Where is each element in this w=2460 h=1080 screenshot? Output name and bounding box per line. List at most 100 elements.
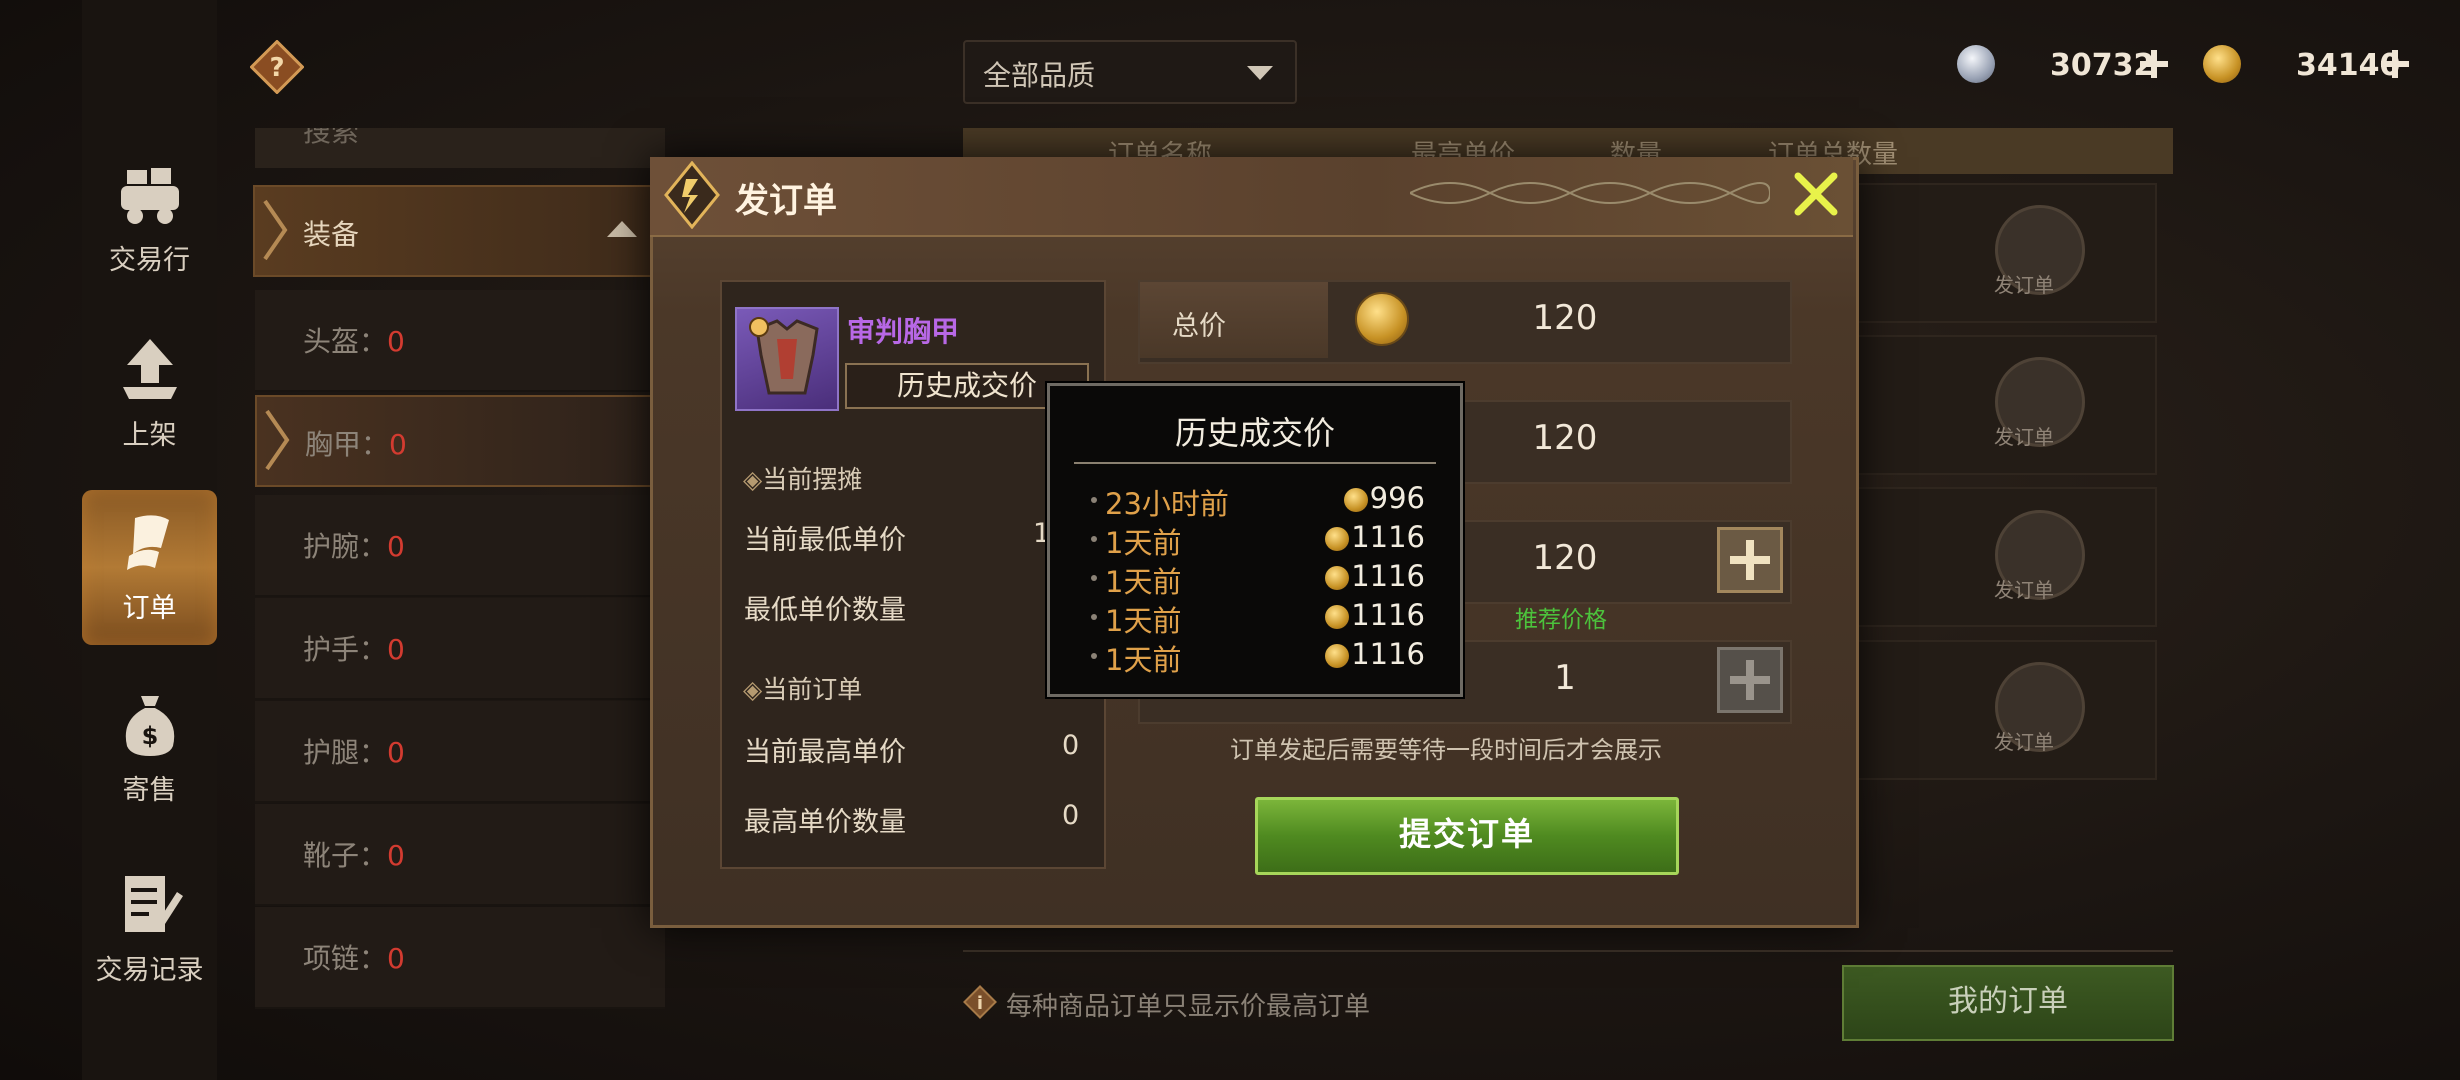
- category-label: 胸甲：0: [305, 428, 407, 461]
- popup-divider: [1074, 462, 1436, 464]
- section-heading-current-orders: ◈当前订单: [743, 675, 863, 704]
- close-icon: [1794, 172, 1838, 216]
- gold-coin-icon: [1325, 527, 1350, 551]
- category-label: 靴子：0: [303, 839, 405, 872]
- category-item-legs[interactable]: 护腿：0: [255, 701, 665, 803]
- history-row: 1天前 1116: [1091, 559, 1435, 599]
- order-notice: 订单发起后需要等待一段时间后才会展示: [1230, 736, 1662, 764]
- total-price-label: 总价: [1172, 311, 1226, 342]
- increase-price-button[interactable]: [1717, 527, 1783, 593]
- submit-order-button[interactable]: 提交订单: [1255, 797, 1679, 875]
- chevron-up-icon: [607, 221, 637, 237]
- quality-filter-label: 全部品质: [983, 59, 1096, 92]
- ornament-icon: [1410, 182, 1770, 204]
- category-item-chest[interactable]: 胸甲：0: [255, 395, 669, 487]
- upload-icon: [122, 339, 177, 399]
- record-icon: [124, 876, 183, 932]
- category-label: 护手：0: [303, 633, 405, 666]
- nav-item-orders[interactable]: 订单: [82, 490, 217, 645]
- category-item-helmet[interactable]: 头盔：0: [255, 290, 665, 392]
- modal-title: 发订单: [735, 181, 837, 221]
- place-order-button[interactable]: 发订单: [1990, 662, 2090, 762]
- nav-item-list[interactable]: 上架: [82, 335, 217, 485]
- place-order-label: 发订单: [1994, 730, 2054, 754]
- chest-armor-icon: [749, 317, 819, 395]
- gold-coin-icon: [1355, 292, 1409, 346]
- add-silver-button[interactable]: [2136, 46, 2172, 82]
- current-highest-price-label: 当前最高单价: [744, 737, 906, 768]
- place-order-button[interactable]: 发订单: [1990, 205, 2090, 305]
- gold-coin-icon: [1343, 488, 1368, 512]
- category-header-label: 装备: [303, 218, 360, 251]
- gold-coin-icon: [1325, 644, 1350, 668]
- unit-price-value: 120: [1532, 418, 1598, 458]
- current-highest-price-value: 0: [1062, 730, 1080, 761]
- modal-emblem-icon: [664, 161, 720, 229]
- category-label: 项链：0: [303, 942, 405, 975]
- close-button[interactable]: [1790, 168, 1842, 220]
- total-price-label-box: 总价: [1140, 282, 1328, 358]
- popup-title: 历史成交价: [1174, 414, 1335, 452]
- highest-price-qty-value: 0: [1062, 800, 1080, 831]
- category-item-boots[interactable]: 靴子：0: [255, 804, 665, 906]
- quantity-value[interactable]: 1: [1500, 658, 1630, 698]
- svg-text:?: ?: [269, 53, 284, 83]
- moneybag-icon: $: [125, 696, 174, 756]
- nav-label: 订单: [122, 593, 177, 624]
- diamond-bullet-icon: ◈: [743, 675, 763, 704]
- category-label: 护腿：0: [303, 736, 405, 769]
- nav-label: 上架: [122, 420, 177, 451]
- nav-item-market[interactable]: 交易行: [82, 160, 217, 310]
- item-thumbnail[interactable]: [735, 307, 839, 411]
- place-order-button[interactable]: 发订单: [1990, 357, 2090, 457]
- recommended-price-label: 推荐价格: [1515, 607, 1607, 633]
- history-row: 1天前 1116: [1091, 520, 1435, 560]
- nav-item-consign[interactable]: $ 寄售: [82, 690, 217, 840]
- category-label: 头盔：0: [303, 325, 405, 358]
- nav-label: 寄售: [122, 775, 177, 806]
- plus-icon: [2140, 50, 2168, 78]
- diamond-bullet-icon: ◈: [743, 465, 763, 494]
- current-lowest-price-label: 当前最低单价: [744, 525, 906, 556]
- category-search-partial[interactable]: 搜索: [255, 128, 665, 168]
- plus-icon: [1730, 660, 1770, 700]
- section-heading-current-stall: ◈当前摆摊: [743, 465, 863, 494]
- lowest-price-qty-label: 最低单价数量: [744, 595, 906, 626]
- category-item-gloves[interactable]: 护手：0: [255, 598, 665, 700]
- increase-quantity-button[interactable]: [1717, 647, 1783, 713]
- divider: [963, 950, 2173, 952]
- place-order-label: 发订单: [1994, 578, 2054, 602]
- price-input-value[interactable]: 120: [1500, 538, 1630, 578]
- order-icon: [126, 515, 169, 570]
- gold-coin-icon: [1325, 605, 1350, 629]
- nav-label: 交易记录: [95, 955, 204, 986]
- place-order-button[interactable]: 发订单: [1990, 510, 2090, 610]
- price-history-popup: 历史成交价 23小时前 996 1天前 1116 1天前 1116 1天前 11…: [1047, 383, 1463, 697]
- question-icon: ?: [249, 39, 305, 95]
- add-gold-button[interactable]: [2377, 46, 2413, 82]
- total-price-value: 120: [1532, 298, 1598, 338]
- category-header-equipment[interactable]: 装备: [253, 185, 669, 277]
- chevron-right-icon: [265, 409, 290, 471]
- gold-coin-icon: [1325, 566, 1350, 590]
- my-orders-button[interactable]: 我的订单: [1842, 965, 2174, 1041]
- quality-filter-dropdown[interactable]: 全部品质: [963, 40, 1297, 104]
- history-row: 1天前 1116: [1091, 598, 1435, 638]
- market-icon: [120, 168, 179, 224]
- svg-text:i: i: [977, 993, 983, 1014]
- footer-tip: 每种商品订单只显示价最高订单: [1006, 992, 1371, 1022]
- place-order-label: 发订单: [1994, 273, 2054, 297]
- category-item-necklace[interactable]: 项链：0: [255, 907, 665, 1009]
- history-row: 1天前 1116: [1091, 637, 1435, 677]
- place-order-label: 发订单: [1994, 425, 2054, 449]
- help-button[interactable]: ?: [249, 39, 305, 95]
- silver-coin-icon: [1957, 45, 1995, 83]
- nav-item-records[interactable]: 交易记录: [82, 870, 217, 1020]
- gold-coin-icon: [2203, 45, 2241, 83]
- info-icon: i: [963, 985, 997, 1019]
- category-search-label: 搜索: [303, 128, 360, 148]
- history-row: 23小时前 996: [1091, 481, 1435, 521]
- highest-price-qty-label: 最高单价数量: [744, 807, 906, 838]
- category-item-bracer[interactable]: 护腕：0: [255, 495, 665, 597]
- nav-label: 交易行: [109, 245, 190, 276]
